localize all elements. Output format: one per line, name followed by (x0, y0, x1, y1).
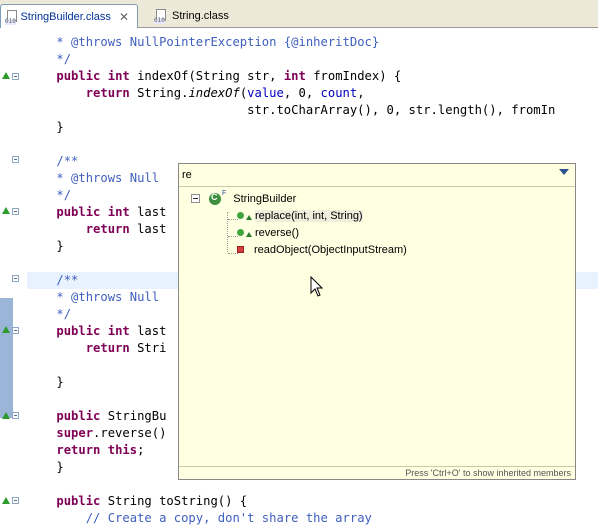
code-line: */ (56, 307, 72, 321)
code-line: return last (85, 222, 167, 236)
code-line: public String toString() { (56, 494, 248, 508)
code-line: str.toCharArray(), 0, str.length(), from… (27, 103, 556, 117)
code-line: public StringBu (56, 409, 167, 423)
override-icon (246, 231, 252, 237)
range-indicator (0, 298, 13, 418)
code-line: return Stri (85, 341, 167, 355)
fold-collapse-icon[interactable] (12, 275, 19, 282)
tab-string-class[interactable]: 010 String.class (150, 4, 254, 28)
fold-collapse-icon[interactable] (12, 412, 19, 419)
class-file-icon: 010 (5, 9, 17, 25)
outline-item-label: readObject(ObjectInputStream) (254, 243, 407, 256)
code-line: public int last (56, 324, 167, 338)
view-menu-icon[interactable] (559, 169, 569, 175)
code-line: super.reverse() (56, 426, 167, 440)
code-line: * @throws Null (56, 171, 160, 185)
mouse-cursor-icon (310, 276, 324, 297)
outline-item-label: replace(int, int, String) (255, 209, 363, 222)
override-marker-icon (2, 497, 10, 504)
code-line: // Create a copy, don't share the array (85, 511, 372, 525)
code-line: public int last (56, 205, 167, 219)
override-icon (246, 214, 252, 220)
code-line: return this; (56, 443, 145, 457)
outline-item-readobject[interactable]: readObject(ObjectInputStream) (237, 241, 407, 258)
code-line: return String.indexOf(value, 0, count, (85, 86, 365, 100)
editor-ruler (0, 28, 26, 521)
tab-label: String.class (172, 10, 229, 22)
override-marker-icon (2, 412, 10, 419)
quick-outline-popup: F StringBuilder replace(int, int, String… (178, 163, 576, 480)
public-method-icon (237, 212, 244, 219)
private-method-icon (237, 246, 244, 253)
code-line: } (27, 239, 64, 253)
close-icon[interactable]: ✕ (119, 10, 129, 24)
code-line: /** (56, 154, 79, 168)
tab-stringbuilder-class[interactable]: 010 StringBuilder.class ✕ (0, 4, 138, 28)
fold-collapse-icon[interactable] (12, 156, 19, 163)
code-line: } (27, 460, 64, 474)
code-line: public int indexOf(String str, int fromI… (56, 69, 402, 83)
code-line: * @throws NullPointerException {@inherit… (56, 35, 380, 49)
tab-label: StringBuilder.class (20, 10, 111, 23)
tree-guide (227, 212, 228, 252)
fold-collapse-icon[interactable] (12, 208, 19, 215)
final-modifier-icon: F (222, 190, 227, 197)
outline-filter (179, 164, 575, 187)
code-line: */ (56, 52, 72, 66)
code-line: } (27, 375, 64, 389)
public-method-icon (237, 229, 244, 236)
code-line: } (27, 120, 64, 134)
fold-collapse-icon[interactable] (12, 497, 19, 504)
class-file-icon: 010 (154, 9, 168, 24)
fold-collapse-icon[interactable] (12, 73, 19, 80)
override-marker-icon (2, 326, 10, 333)
editor-tab-bar: 010 StringBuilder.class ✕ 010 String.cla… (0, 0, 598, 28)
outline-status-hint: Press 'Ctrl+O' to show inherited members (179, 466, 575, 479)
class-icon (209, 192, 221, 205)
fold-collapse-icon[interactable] (12, 327, 19, 334)
override-marker-icon (2, 72, 10, 79)
outline-item-stringbuilder[interactable]: F StringBuilder (209, 190, 296, 207)
tree-collapse-icon[interactable] (191, 194, 200, 203)
code-line: */ (56, 188, 72, 202)
outline-item-replace[interactable]: replace(int, int, String) (237, 207, 363, 224)
outline-item-reverse[interactable]: reverse() (237, 224, 299, 241)
outline-item-label: reverse() (255, 226, 300, 239)
override-marker-icon (2, 207, 10, 214)
outline-filter-input[interactable] (182, 167, 542, 182)
outline-item-label: StringBuilder (233, 192, 297, 205)
code-line: * @throws Null (56, 290, 160, 304)
